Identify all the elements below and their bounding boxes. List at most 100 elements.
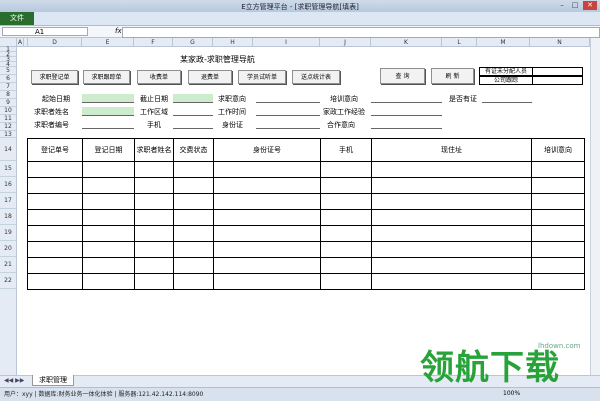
- info-box: 有证未分配人员: [479, 67, 583, 76]
- column-header[interactable]: A: [17, 38, 24, 47]
- phone-label: 手机: [147, 121, 161, 129]
- column-header[interactable]: E: [82, 38, 134, 47]
- row-header[interactable]: 14: [0, 138, 17, 161]
- refund-form-button[interactable]: 退费单: [188, 70, 232, 84]
- training-label: 培训意向: [330, 95, 358, 103]
- row-header[interactable]: 12: [0, 123, 17, 131]
- table-row[interactable]: [27, 193, 585, 210]
- stats-report-button[interactable]: 送点统计表: [292, 70, 340, 84]
- refresh-button[interactable]: 刷 新: [431, 68, 474, 84]
- column-header[interactable]: I: [253, 38, 320, 47]
- tab-nav-arrows-icon[interactable]: ◀◀ ▶▶: [4, 377, 24, 384]
- row-header[interactable]: 22: [0, 273, 17, 289]
- work-area-field[interactable]: [173, 107, 213, 116]
- function-icon[interactable]: fx: [115, 27, 122, 35]
- column-header[interactable]: H: [213, 38, 253, 47]
- table-row[interactable]: [27, 257, 585, 274]
- row-header[interactable]: 18: [0, 209, 17, 225]
- row-header[interactable]: 6: [0, 75, 17, 83]
- column-header-name[interactable]: 求职者姓名: [134, 138, 174, 162]
- number-field[interactable]: [82, 120, 134, 129]
- column-header-fee-status[interactable]: 交费状态: [173, 138, 214, 162]
- table-header-row: 登记单号 登记日期 求职者姓名 交费状态 身份证号 手机 现住址 培训意向: [27, 138, 585, 162]
- column-header-id-number[interactable]: 身份证号: [213, 138, 321, 162]
- followup-form-button[interactable]: 求职跟踪单: [83, 70, 130, 84]
- column-header[interactable]: G: [173, 38, 213, 47]
- trial-form-button[interactable]: 学员试听单: [238, 70, 286, 84]
- row-header[interactable]: 17: [0, 193, 17, 209]
- column-header[interactable]: L: [442, 38, 477, 47]
- maximize-icon[interactable]: □: [569, 1, 581, 10]
- sheet-tab-active[interactable]: 求职管理: [32, 375, 74, 386]
- column-header[interactable]: D: [28, 38, 82, 47]
- has-cert-label: 是否有证: [449, 95, 477, 103]
- minimize-icon[interactable]: –: [556, 1, 568, 10]
- column-header-address[interactable]: 现住址: [371, 138, 532, 162]
- start-date-field[interactable]: [82, 94, 134, 103]
- experience-field[interactable]: [371, 107, 442, 116]
- status-text: 用户：xyy | 数据库:财务业务一体化体验 | 服务器:121.42.142.…: [4, 391, 204, 398]
- row-header[interactable]: 8: [0, 91, 17, 99]
- column-header[interactable]: K: [371, 38, 442, 47]
- fee-form-button[interactable]: 收费单: [137, 70, 181, 84]
- experience-label: 家政工作经验: [323, 108, 365, 116]
- work-time-field[interactable]: [256, 107, 320, 116]
- intent-field[interactable]: [256, 94, 320, 103]
- id-card-field[interactable]: [256, 120, 320, 129]
- unassigned-link[interactable]: 有证未分配人员: [480, 68, 533, 75]
- table-row[interactable]: [27, 273, 585, 290]
- phone-field[interactable]: [173, 120, 213, 129]
- company-tracking-link[interactable]: 公司跟踪: [480, 77, 533, 84]
- column-header-training[interactable]: 培训意向: [531, 138, 585, 162]
- query-button[interactable]: 查 询: [380, 68, 425, 84]
- end-date-label: 截止日期: [140, 95, 168, 103]
- has-cert-field[interactable]: [482, 94, 532, 103]
- row-header[interactable]: 20: [0, 241, 17, 257]
- name-label: 求职者姓名: [34, 108, 69, 116]
- column-header-reg-no[interactable]: 登记单号: [27, 138, 83, 162]
- start-date-label: 起始日期: [42, 95, 70, 103]
- ribbon: [0, 12, 600, 26]
- row-header[interactable]: 15: [0, 161, 17, 177]
- row-header-area: [0, 289, 17, 375]
- register-form-button[interactable]: 求职登记单: [31, 70, 78, 84]
- row-header[interactable]: 5: [0, 67, 17, 75]
- vertical-scrollbar[interactable]: [590, 38, 600, 375]
- column-header[interactable]: N: [530, 38, 590, 47]
- column-header[interactable]: J: [320, 38, 371, 47]
- name-field[interactable]: [82, 107, 134, 116]
- table-row[interactable]: [27, 209, 585, 226]
- number-label: 求职者编号: [34, 121, 69, 129]
- formula-input[interactable]: [122, 27, 600, 38]
- file-menu-button[interactable]: 文件: [0, 12, 34, 25]
- page-title: 某家政-求职管理导航: [180, 55, 255, 64]
- row-header[interactable]: 11: [0, 115, 17, 123]
- row-header[interactable]: 9: [0, 99, 17, 107]
- coop-field[interactable]: [371, 120, 442, 129]
- name-box[interactable]: A1: [2, 27, 88, 36]
- row-header[interactable]: 7: [0, 83, 17, 91]
- row-header[interactable]: 21: [0, 257, 17, 273]
- row-header[interactable]: 10: [0, 107, 17, 115]
- column-header[interactable]: M: [477, 38, 530, 47]
- column-header-reg-date[interactable]: 登记日期: [82, 138, 135, 162]
- end-date-field[interactable]: [173, 94, 213, 103]
- table-row[interactable]: [27, 177, 585, 194]
- window-title-bar: E立方管理平台 - [求职管理导航[填表] – □ ✕: [0, 0, 600, 12]
- id-card-label: 身份证: [222, 121, 243, 129]
- table-row[interactable]: [27, 161, 585, 178]
- work-area-label: 工作区域: [140, 108, 168, 116]
- training-field[interactable]: [371, 94, 442, 103]
- close-icon[interactable]: ✕: [583, 1, 597, 10]
- info-box: 公司跟踪: [479, 76, 583, 85]
- row-header[interactable]: 19: [0, 225, 17, 241]
- column-header-phone[interactable]: 手机: [320, 138, 372, 162]
- window-title: E立方管理平台 - [求职管理导航[填表]: [241, 3, 359, 11]
- column-header[interactable]: F: [134, 38, 173, 47]
- table-row[interactable]: [27, 225, 585, 242]
- work-time-label: 工作时间: [218, 108, 246, 116]
- table-row[interactable]: [27, 241, 585, 258]
- row-header[interactable]: 13: [0, 131, 17, 138]
- intent-label: 求职意向: [218, 95, 246, 103]
- row-header[interactable]: 16: [0, 177, 17, 193]
